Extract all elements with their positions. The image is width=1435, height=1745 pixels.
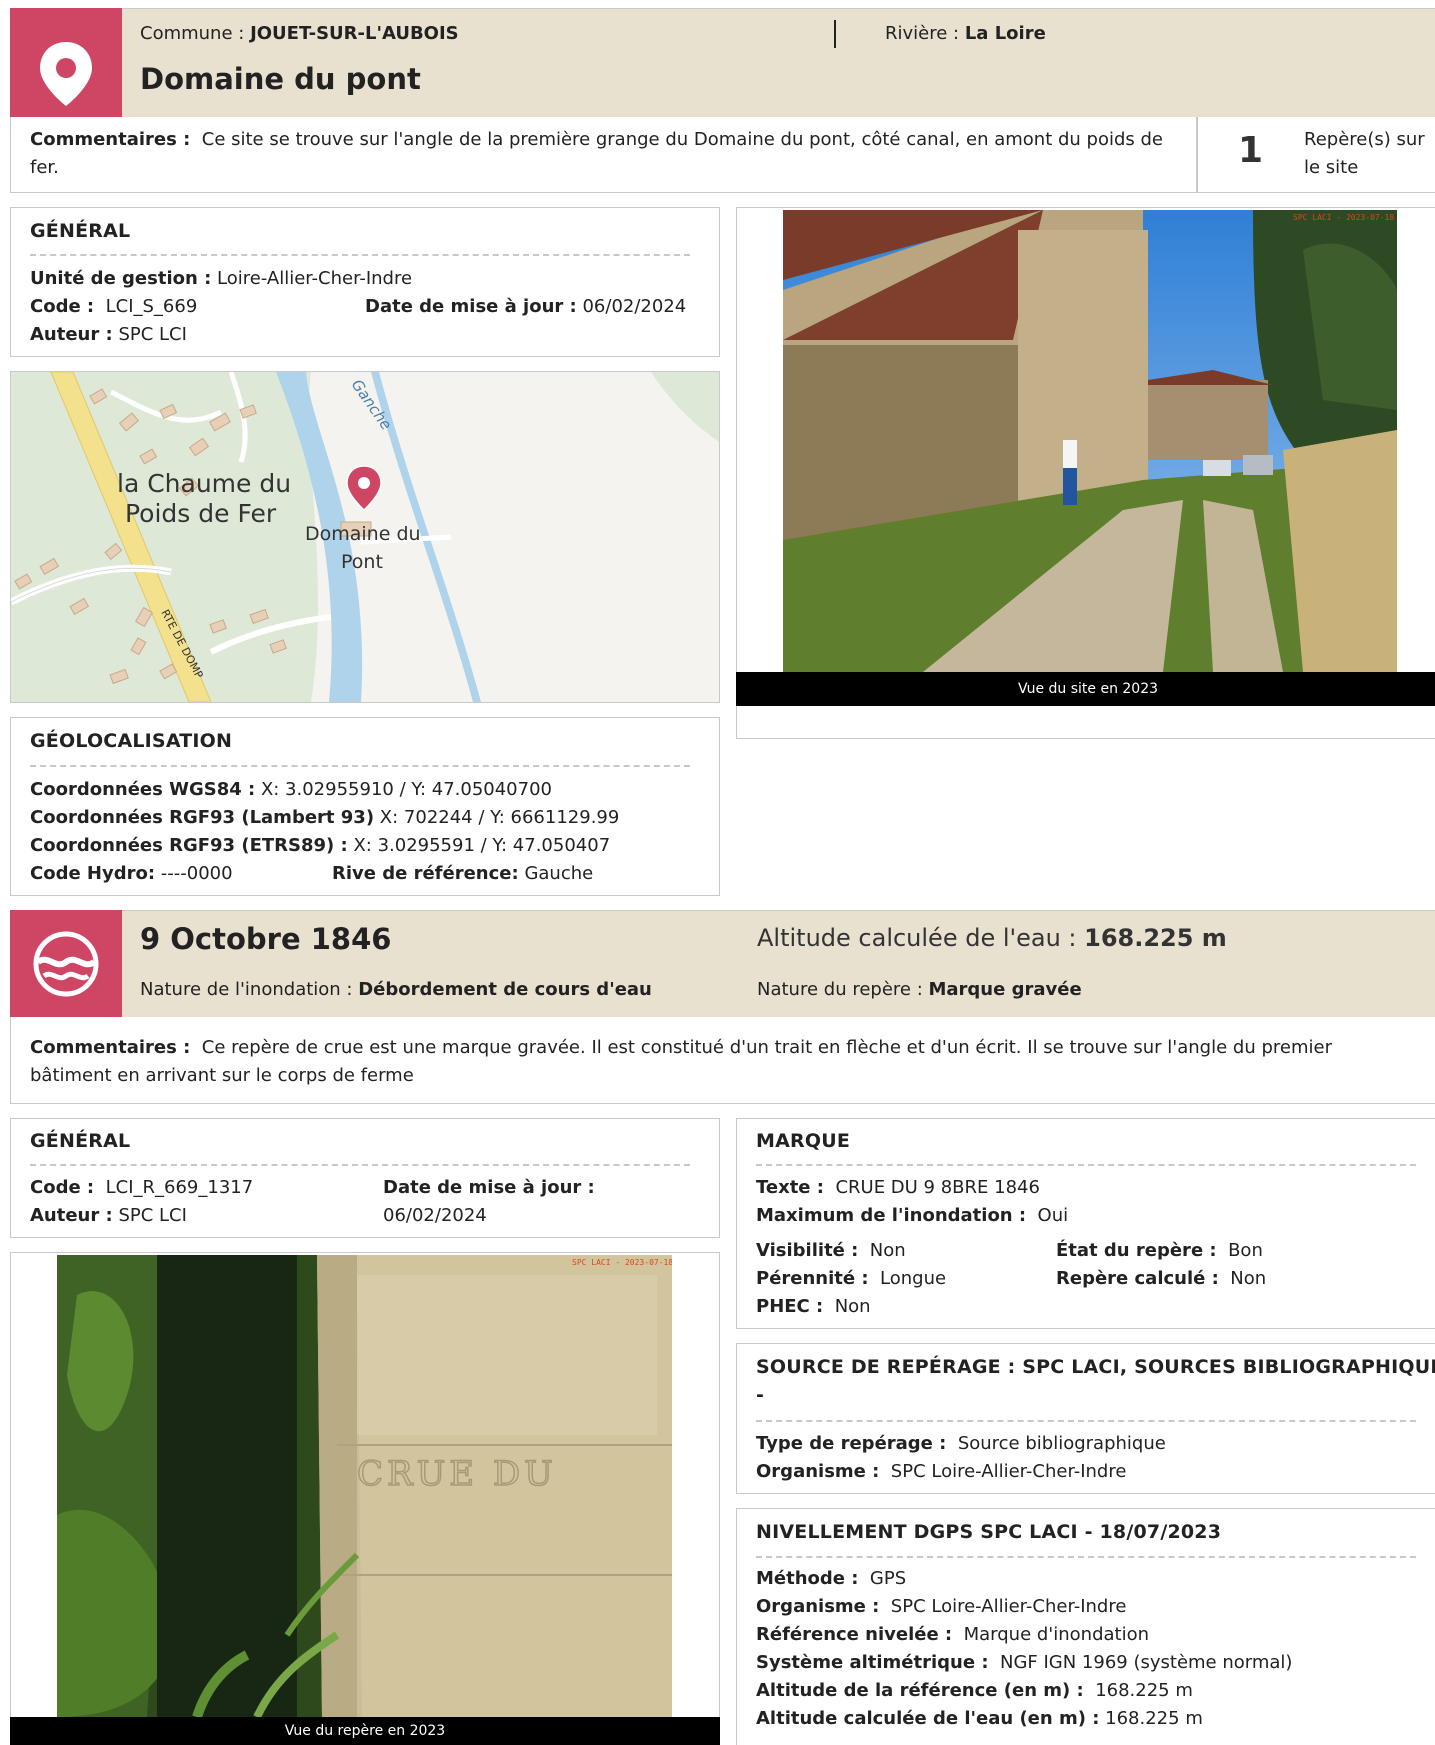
source-type: Type de repérage : Source bibliographiqu… [756,1433,1166,1454]
nivellement-systeme: Système altimétrique : NGF IGN 1969 (sys… [756,1652,1293,1673]
marque-phec: PHEC : Non [756,1296,871,1317]
source-title: SOURCE DE REPÉRAGE : SPC LACI, SOURCES B… [756,1356,1435,1378]
geoloc-wgs84: Coordonnées WGS84 : X: 3.02955910 / Y: 4… [30,779,552,800]
commune-value: JOUET-SUR-L'AUBOIS [250,23,459,44]
marque-perennite: Pérennité : Longue [756,1268,947,1289]
repere-auteur: Auteur : SPC LCI [30,1205,187,1226]
marque-calcule: Repère calculé : Non [1056,1268,1267,1289]
site-comment: Commentaires : Ce site se trouve sur l'a… [30,126,1170,182]
general-repere-title: GÉNÉRAL [30,1130,131,1152]
geoloc-lambert93: Coordonnées RGF93 (Lambert 93) X: 702244… [30,807,620,828]
repere-photo-stamp: SPC LACI - 2023-07-18 [572,1258,672,1267]
divider [30,765,690,767]
marque-title: MARQUE [756,1130,851,1152]
nivellement-methode: Méthode : GPS [756,1568,907,1589]
map-label-pont: Pont [341,551,383,573]
event-altitude: Altitude calculée de l'eau : 168.225 m [757,924,1227,952]
nivellement-organisme: Organisme : SPC Loire-Allier-Cher-Indre [756,1596,1127,1617]
map-label-chaume: la Chaume du [117,469,291,498]
divider [756,1556,1416,1558]
header-divider [834,20,836,48]
commune: Commune : JOUET-SUR-L'AUBOIS [140,23,459,44]
repere-photo[interactable]: CRUE DU SPC LACI - 2023-07-18 [57,1255,672,1717]
marque-maximum: Maximum de l'inondation : Oui [756,1205,1069,1226]
geoloc-title: GÉOLOCALISATION [30,730,233,752]
nivellement-alt-reference: Altitude de la référence (en m) : 168.22… [756,1680,1193,1701]
flood-wave-icon [33,931,99,997]
nivellement-reference: Référence nivelée : Marque d'inondation [756,1624,1150,1645]
site-comment-text: Ce site se trouve sur l'angle de la prem… [30,129,1164,178]
source-organisme: Organisme : SPC Loire-Allier-Cher-Indre [756,1461,1127,1482]
site-title: Domaine du pont [140,62,421,96]
riviere: Rivière : La Loire [885,23,1046,44]
site-code: Code : LCI_S_669 [30,296,198,317]
site-map[interactable]: la Chaume du Poids de Fer Domaine du Pon… [11,372,719,702]
site-count: 1 [1238,130,1264,171]
site-photo-stamp: SPC LACI - 2023-07-18 [1293,213,1394,222]
event-nature-repere: Nature du repère : Marque gravée [757,979,1082,1000]
event-date-title: 9 Octobre 1846 [140,922,392,956]
event-altitude-value: 168.225 m [1084,924,1227,952]
repere-photo-caption: Vue du repère en 2023 [10,1717,720,1745]
unite-gestion: Unité de gestion : Loire-Allier-Cher-Ind… [30,268,413,289]
site-photo[interactable]: SPC LACI - 2023-07-18 [783,210,1397,672]
map-label-domaine: Domaine du [305,523,421,545]
geoloc-etrs89: Coordonnées RGF93 (ETRS89) : X: 3.029559… [30,835,611,856]
event-nature-inondation: Nature de l'inondation : Débordement de … [140,979,652,1000]
site-photo-caption: Vue du site en 2023 [736,672,1435,706]
geoloc-code-hydro: Code Hydro: ----0000 [30,863,233,884]
event-comment-text: Ce repère de crue est une marque gravée.… [30,1037,1332,1086]
repere-code: Code : LCI_R_669_1317 [30,1177,254,1198]
repere-date-value: 06/02/2024 [383,1205,487,1226]
marque-visibilite: Visibilité : Non [756,1240,906,1261]
divider [756,1164,1416,1166]
site-count-divider [1196,117,1198,193]
site-comment-label: Commentaires : [30,129,191,150]
map-label-poids: Poids de Fer [125,499,277,528]
marque-etat: État du repère : Bon [1056,1240,1263,1261]
map-box: la Chaume du Poids de Fer Domaine du Pon… [10,371,720,703]
divider [30,1164,690,1166]
nivellement-title: NIVELLEMENT DGPS SPC LACI - 18/07/2023 [756,1521,1222,1543]
source-title-cont: - [756,1384,765,1406]
general-site-title: GÉNÉRAL [30,220,131,242]
divider [30,254,690,256]
event-comment: Commentaires : Ce repère de crue est une… [30,1034,1410,1090]
site-count-label: Repère(s) sur le site [1304,129,1425,178]
marque-texte: Texte : CRUE DU 9 8BRE 1846 [756,1177,1040,1198]
event-comment-label: Commentaires : [30,1037,191,1058]
geoloc-rive: Rive de référence: Gauche [332,863,594,884]
nivellement-alt-eau: Altitude calculée de l'eau (en m) : 168.… [756,1708,1203,1729]
event-icon-tile [10,910,122,1018]
site-date-maj: Date de mise à jour : 06/02/2024 [365,296,687,317]
riviere-value: La Loire [964,23,1046,44]
divider [756,1420,1416,1422]
repere-engraving: CRUE DU [357,1454,557,1494]
site-auteur: Auteur : SPC LCI [30,324,187,345]
repere-date-label: Date de mise à jour : [383,1177,595,1198]
